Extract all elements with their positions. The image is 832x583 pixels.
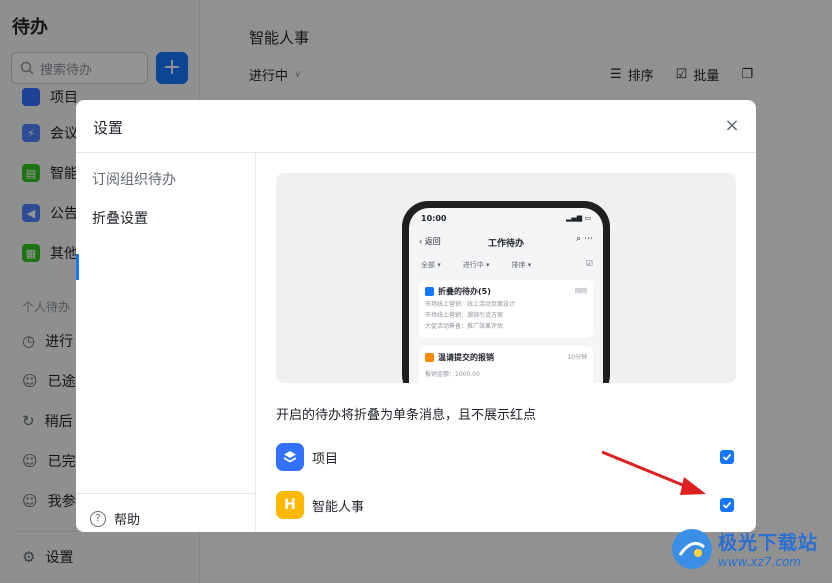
phone-mockup: 10:00 ▂▄▆ ▭ 工作待办 ‹ 返回 ⌕ ⋯ 全部 ▾ 进行中 ▾ 排序 … — [402, 201, 610, 383]
preview-image: 10:00 ▂▄▆ ▭ 工作待办 ‹ 返回 ⌕ ⋯ 全部 ▾ 进行中 ▾ 排序 … — [276, 173, 736, 383]
filter-progress: 进行中 ▾ — [462, 261, 490, 269]
dialog-title: 设置 — [93, 119, 124, 137]
watermark-name: 极光下载站 — [718, 532, 819, 554]
screen-filters: 全部 ▾ 进行中 ▾ 排序 ▾ — [421, 260, 531, 270]
option-row-project: 项目 — [276, 442, 736, 472]
folded-card: 折叠的待办(5) 刚刚 市场线上营销：线上活动页面设计 市场线上营销：潮锦引流方… — [419, 280, 593, 338]
filter-all: 全部 ▾ — [421, 261, 441, 269]
card-time: 10分钟 — [567, 354, 587, 361]
signal-icon: ▂▄▆ ▭ — [566, 214, 591, 222]
card-time: 刚刚 — [574, 288, 587, 295]
card-row: 市场线上营销：潮锦引流方案 — [425, 312, 504, 319]
project-icon — [276, 443, 304, 471]
help-label: 帮助 — [114, 513, 141, 528]
more-icon: ⌕ ⋯ — [576, 234, 593, 244]
project-checkbox[interactable] — [720, 450, 734, 464]
status-time: 10:00 — [421, 214, 447, 223]
divider — [76, 493, 256, 494]
watermark: 极光下载站 www.xz7.com — [672, 528, 818, 569]
watermark-url: www.xz7.com — [718, 555, 801, 569]
settings-dialog: 设置 × 订阅组织待办 折叠设置 ? 帮助 10:00 ▂▄▆ ▭ 工作待办 ‹… — [76, 100, 756, 532]
option-row-hr: H 智能人事 — [276, 490, 736, 520]
dialog-header: 设置 × — [76, 100, 756, 153]
fold-description: 开启的待办将折叠为单条消息，且不展示红点 — [276, 408, 537, 423]
nav-item-subscribe[interactable]: 订阅组织待办 — [92, 169, 176, 189]
help-button[interactable]: ? 帮助 — [90, 509, 140, 528]
card-title: 温请提交的报销 — [438, 353, 494, 362]
filter-sort: 排序 ▾ — [511, 261, 532, 269]
batch-icon: ☑ — [585, 259, 593, 268]
card-title: 折叠的待办(5) — [438, 287, 491, 296]
check-icon — [722, 453, 732, 461]
help-icon: ? — [90, 510, 106, 527]
close-icon[interactable]: × — [724, 115, 740, 136]
expense-card: 温请提交的报销 10分钟 报销金额：1000.00 — [419, 346, 593, 383]
card-row: 大促活动筹备：推广效果评估 — [425, 323, 504, 330]
watermark-logo-icon — [672, 528, 712, 569]
expense-icon — [425, 353, 434, 362]
back-label: 返回 — [424, 237, 441, 246]
option-label: 项目 — [312, 451, 339, 467]
check-icon — [722, 501, 732, 509]
dialog-nav: 订阅组织待办 折叠设置 ? 帮助 — [76, 153, 256, 532]
nav-active-indicator — [76, 254, 79, 280]
back-button: ‹ 返回 — [419, 237, 441, 246]
option-label: 智能人事 — [312, 499, 365, 515]
card-row: 报销金额：1000.00 — [425, 371, 480, 378]
hr-checkbox[interactable] — [720, 498, 734, 512]
phone-screen: 10:00 ▂▄▆ ▭ 工作待办 ‹ 返回 ⌕ ⋯ 全部 ▾ 进行中 ▾ 排序 … — [409, 208, 603, 383]
hr-icon: H — [276, 491, 304, 519]
folder-icon — [425, 287, 434, 296]
card-row: 市场线上营销：线上活动页面设计 — [425, 301, 516, 308]
nav-item-fold-settings[interactable]: 折叠设置 — [92, 208, 148, 228]
